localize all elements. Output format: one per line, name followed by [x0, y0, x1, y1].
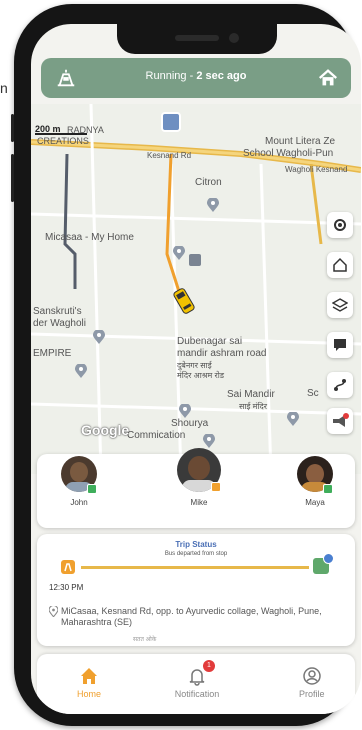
- passenger-name: John: [70, 498, 88, 507]
- place-pin-icon[interactable]: [173, 246, 185, 260]
- route-button[interactable]: [327, 372, 353, 398]
- school-destination-icon: [313, 553, 334, 574]
- map-label: mandir ashram road: [177, 348, 267, 359]
- home-location-button[interactable]: [327, 252, 353, 278]
- place-pin-icon[interactable]: [93, 330, 105, 344]
- map-label: Micasaa - My Home: [45, 232, 134, 243]
- tracking-status: Running - 2 sec ago: [41, 70, 351, 82]
- place-pin-icon[interactable]: [179, 404, 191, 418]
- profile-icon: [303, 667, 321, 685]
- home-marker-icon[interactable]: [189, 254, 201, 266]
- trip-address: MiCasaa, Kesnand Rd, opp. to Ayurvedic c…: [61, 606, 322, 627]
- locate-button[interactable]: [327, 212, 353, 238]
- target-icon: [334, 219, 346, 231]
- trip-time: 12:30 PM: [49, 583, 84, 592]
- background-text: n: [0, 80, 8, 96]
- google-logo: Google: [81, 422, 130, 438]
- place-pin-icon[interactable]: [75, 364, 87, 378]
- map-label: Commication: [127, 430, 186, 441]
- device-notch: [117, 24, 277, 54]
- map-label: Sanskruti's: [33, 306, 82, 317]
- megaphone-icon: [333, 413, 349, 427]
- nav-profile[interactable]: Profile: [299, 664, 325, 699]
- chat-icon: [334, 339, 346, 351]
- layers-icon: [332, 298, 348, 312]
- map-label: साई मंदिर: [239, 402, 268, 411]
- passenger-john[interactable]: John: [61, 456, 97, 507]
- bottom-navigation: Home 1 Notification Profile: [37, 654, 355, 714]
- passenger-maya[interactable]: Maya: [297, 456, 333, 507]
- school-marker-icon[interactable]: [161, 112, 181, 132]
- route-icon: [334, 379, 346, 391]
- place-pin-icon[interactable]: [207, 198, 219, 212]
- nav-notification-label: Notification: [174, 689, 220, 699]
- location-pin-icon: [49, 606, 58, 617]
- trip-status-subtitle: Bus departed from stop: [164, 551, 228, 557]
- map-label: Dubenagar sai: [177, 336, 243, 347]
- trip-progress-line: [81, 566, 309, 569]
- nav-home[interactable]: Home: [77, 664, 101, 699]
- nav-home-label: Home: [77, 689, 102, 699]
- map-label: EMPIRE: [33, 348, 72, 359]
- volume-down-button: [11, 154, 14, 202]
- status-dot: [87, 484, 97, 494]
- status-dot: [323, 484, 333, 494]
- nav-notification[interactable]: 1 Notification: [165, 660, 229, 699]
- volume-up-button: [11, 114, 14, 142]
- map-label: der Wagholi: [33, 318, 86, 329]
- sos-button[interactable]: [327, 408, 353, 434]
- map-label: Mount Litera Ze: [265, 136, 336, 147]
- notification-badge: 1: [203, 660, 215, 672]
- map-view[interactable]: 200 m RADNYA CREATIONS Mount Litera Ze S…: [31, 104, 361, 474]
- map-label: Kesnand Rd: [147, 151, 192, 160]
- nav-profile-label: Profile: [299, 689, 325, 699]
- map-label: Citron: [195, 177, 222, 188]
- map-label: Wagholi Kesnand: [285, 165, 348, 174]
- bus-marker-icon[interactable]: [173, 286, 195, 316]
- place-pin-icon[interactable]: [203, 434, 215, 448]
- map-label: Sai Mandir: [227, 389, 275, 400]
- home-icon[interactable]: [317, 67, 339, 89]
- passenger-mike[interactable]: Mike: [177, 448, 221, 507]
- passenger-name: Maya: [305, 498, 325, 507]
- status-time: 2 sec ago: [196, 70, 247, 82]
- map-label: School Wagholi-Pun: [243, 148, 334, 159]
- passenger-name: Mike: [190, 498, 208, 507]
- map-scale: 200 m: [35, 124, 61, 134]
- start-stop-icon: [61, 560, 75, 574]
- layers-button[interactable]: [327, 292, 353, 318]
- map-label: मंदिर आश्रम रोड: [177, 371, 225, 380]
- trip-footer-text: सतत ओके: [133, 637, 157, 643]
- status-dot: [211, 482, 221, 492]
- trip-status-card[interactable]: Trip Status Bus departed from stop 12:30…: [37, 534, 355, 646]
- message-button[interactable]: [327, 332, 353, 358]
- map-label: Sc: [307, 388, 319, 399]
- place-pin-icon[interactable]: [287, 412, 299, 426]
- trip-status-title: Trip Status: [175, 540, 217, 549]
- map-label: RADNYA: [67, 125, 104, 135]
- app-header: Running - 2 sec ago: [41, 58, 351, 98]
- home-outline-icon: [333, 257, 347, 272]
- home-icon: [81, 668, 97, 684]
- status-label: Running -: [145, 70, 197, 82]
- passengers-card: John Mike Maya: [37, 448, 355, 528]
- map-label: Shourya: [171, 418, 209, 429]
- app-screen: Running - 2 sec ago 200 m RADNYA CREATIO…: [31, 24, 361, 714]
- map-label: CREATIONS: [37, 136, 89, 146]
